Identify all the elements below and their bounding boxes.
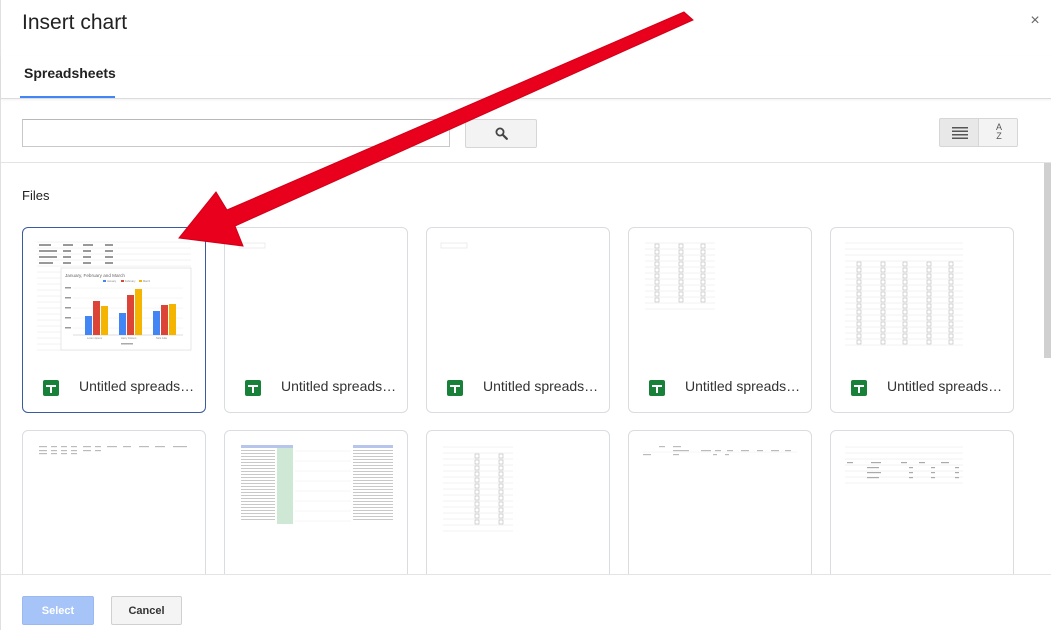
thumbnail-legend-1: January xyxy=(107,279,117,283)
file-thumbnail xyxy=(629,228,811,363)
sort-az-icon: A Z xyxy=(992,123,1006,141)
file-thumbnail xyxy=(831,228,1013,363)
sort-letter-z: Z xyxy=(996,131,1002,141)
file-card-10[interactable] xyxy=(830,430,1014,574)
file-thumbnail xyxy=(831,431,1013,566)
file-card-7[interactable] xyxy=(224,430,408,574)
list-view-icon xyxy=(952,127,968,139)
file-card-5[interactable]: Untitled spreadsh… xyxy=(830,227,1014,413)
search-icon xyxy=(495,127,508,140)
tab-spreadsheets[interactable]: Spreadsheets xyxy=(20,56,116,98)
file-name: Untitled spreadsh… xyxy=(685,378,805,394)
file-name: Untitled spreadsh… xyxy=(281,378,401,394)
files-section-label: Files xyxy=(22,188,50,203)
thumbnail-category-2: Harry Dotson xyxy=(121,336,137,340)
dialog-title: Insert chart xyxy=(22,11,128,34)
tab-bar: Spreadsheets xyxy=(1,56,1051,99)
google-sheets-icon xyxy=(851,380,867,396)
file-card-2[interactable]: Untitled spreadsh… xyxy=(224,227,408,413)
file-name: Untitled spreadsh… xyxy=(79,378,199,394)
file-thumbnail xyxy=(225,431,407,566)
file-card-6[interactable] xyxy=(22,430,206,574)
dialog-footer: Select Cancel xyxy=(1,574,1051,630)
search-input[interactable] xyxy=(22,119,450,147)
thumbnail-chart-title: January, February and March xyxy=(65,273,125,278)
file-thumbnail xyxy=(427,228,609,363)
google-sheets-icon xyxy=(447,380,463,396)
file-card-9[interactable] xyxy=(628,430,812,574)
file-card-footer: Untitled spreadsh… xyxy=(427,363,609,412)
close-icon[interactable]: × xyxy=(1026,12,1044,30)
file-thumbnail xyxy=(225,228,407,363)
file-card-footer: Untitled spreadsh… xyxy=(23,363,205,412)
thumbnail-legend-3: March xyxy=(143,279,151,283)
file-card-3[interactable]: Untitled spreadsh… xyxy=(426,227,610,413)
google-sheets-icon xyxy=(649,380,665,396)
files-content: Files January, February and March Januar… xyxy=(1,162,1051,574)
thumbnail-legend-2: February xyxy=(125,279,136,283)
file-thumbnail xyxy=(629,431,811,566)
cancel-button[interactable]: Cancel xyxy=(111,596,182,625)
file-thumbnail xyxy=(427,431,609,566)
file-card-4[interactable]: Untitled spreadsh… xyxy=(628,227,812,413)
list-view-button[interactable] xyxy=(939,118,979,147)
file-card-footer: Untitled spreadsh… xyxy=(831,363,1013,412)
file-thumbnail: January, February and March January Febr… xyxy=(23,228,205,363)
file-card-footer: Untitled spreadsh… xyxy=(629,363,811,412)
google-sheets-icon xyxy=(245,380,261,396)
thumbnail-category-1: Lorem Ipsum xyxy=(87,336,102,340)
thumbnail-category-3: Nick Julie xyxy=(156,336,168,340)
scrollbar-thumb[interactable] xyxy=(1044,163,1051,358)
insert-chart-dialog: Insert chart × Spreadsheets A Z Files Ja… xyxy=(0,0,1051,630)
file-name: Untitled spreadsh… xyxy=(483,378,603,394)
file-thumbnail xyxy=(23,431,205,566)
google-sheets-icon xyxy=(43,380,59,396)
sort-button[interactable]: A Z xyxy=(978,118,1018,147)
file-card-1[interactable]: January, February and March January Febr… xyxy=(22,227,206,413)
file-card-8[interactable] xyxy=(426,430,610,574)
search-button[interactable] xyxy=(465,119,537,148)
select-button[interactable]: Select xyxy=(22,596,94,625)
file-name: Untitled spreadsh… xyxy=(887,378,1007,394)
file-card-footer: Untitled spreadsh… xyxy=(225,363,407,412)
